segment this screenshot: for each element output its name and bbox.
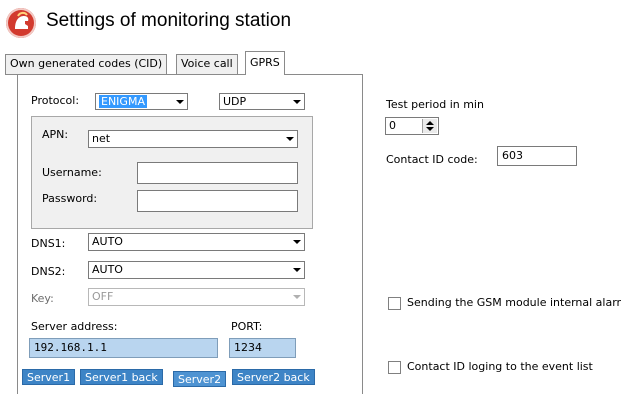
port-label: PORT: xyxy=(231,320,263,333)
username-label: Username: xyxy=(42,166,102,179)
app-logo xyxy=(6,8,36,38)
port-field[interactable]: 1234 xyxy=(229,338,296,358)
dns2-label: DNS2: xyxy=(31,265,66,278)
cid-log-checkbox[interactable] xyxy=(388,361,401,374)
key-select[interactable]: OFF xyxy=(88,288,305,306)
server-address-label: Server address: xyxy=(31,320,118,333)
chevron-down-icon xyxy=(290,235,303,248)
page-title: Settings of monitoring station xyxy=(46,10,292,31)
key-value: OFF xyxy=(92,290,114,303)
chevron-down-icon xyxy=(173,95,186,108)
tab-own-generated-codes[interactable]: Own generated codes (CID) xyxy=(5,54,168,74)
password-label: Password: xyxy=(42,192,98,205)
username-field[interactable] xyxy=(137,162,298,184)
transport-value: UDP xyxy=(223,95,247,108)
dns2-value: AUTO xyxy=(92,263,123,276)
password-field[interactable] xyxy=(137,190,298,212)
test-period-label: Test period in min xyxy=(386,98,484,111)
server-address-field[interactable]: 192.168.1.1 xyxy=(29,338,218,358)
contact-id-field[interactable]: 603 xyxy=(497,146,577,166)
protocol-select[interactable]: ENIGMA xyxy=(95,93,188,110)
helmet-icon xyxy=(15,11,29,29)
transport-select[interactable]: UDP xyxy=(219,93,305,110)
tab-server2[interactable]: Server2 xyxy=(173,371,227,387)
chevron-down-icon xyxy=(290,95,303,108)
gsm-alarm-label: Sending the GSM module internal alarm xyxy=(407,296,621,309)
apn-label: APN: xyxy=(42,128,69,141)
tab-voice-call[interactable]: Voice call xyxy=(176,54,238,74)
test-period-spinner[interactable]: 0 xyxy=(385,117,439,135)
spinner-arrows-icon[interactable] xyxy=(422,119,437,133)
dns1-label: DNS1: xyxy=(31,237,66,250)
gsm-alarm-checkbox[interactable] xyxy=(388,297,401,310)
dns1-value: AUTO xyxy=(92,235,123,248)
test-period-value: 0 xyxy=(389,119,396,132)
dns1-select[interactable]: AUTO xyxy=(88,233,305,251)
contact-id-label: Contact ID code: xyxy=(386,153,478,166)
dns2-select[interactable]: AUTO xyxy=(88,261,305,279)
protocol-value: ENIGMA xyxy=(99,95,147,108)
cid-log-label: Contact ID loging to the event list xyxy=(407,360,593,373)
protocol-label: Protocol: xyxy=(31,94,80,107)
key-label: Key: xyxy=(31,292,54,305)
chevron-down-icon xyxy=(283,132,296,145)
chevron-down-icon xyxy=(290,263,303,276)
chevron-down-icon xyxy=(290,290,303,303)
tab-gprs[interactable]: GPRS xyxy=(245,51,285,75)
apn-value: net xyxy=(92,132,111,145)
apn-select[interactable]: net xyxy=(88,130,298,148)
